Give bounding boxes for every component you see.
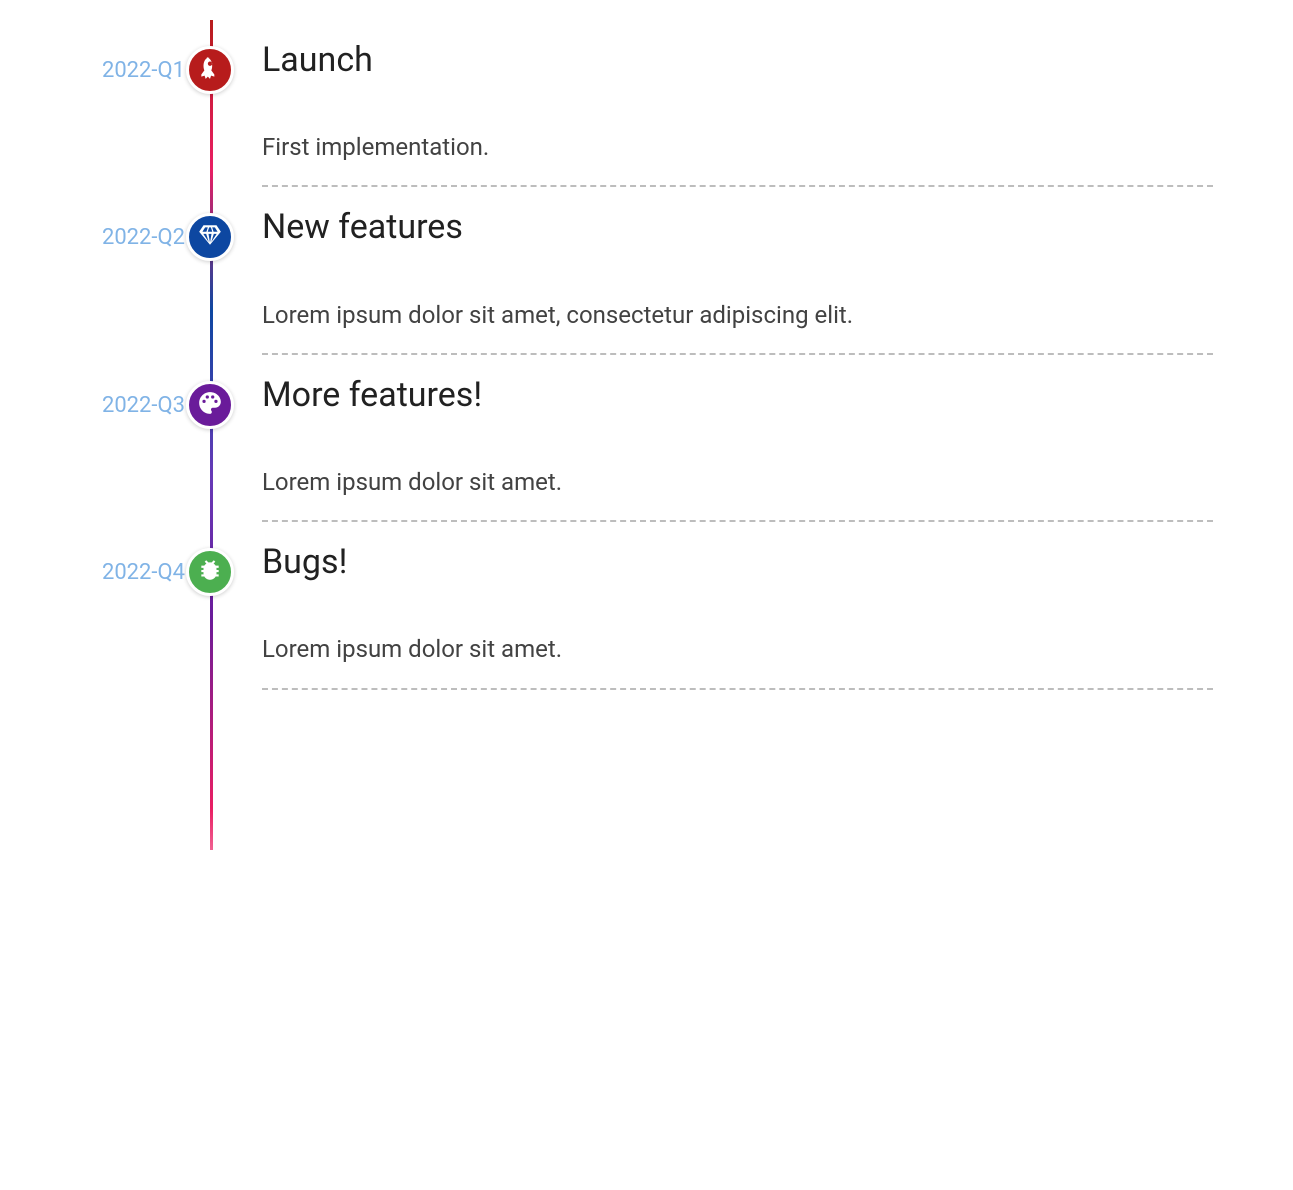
timeline-item: 2022-Q4 Bugs! Lorem ipsum dolor sit amet… [210,522,1213,689]
rocket-icon [197,55,223,85]
timeline-marker [186,381,234,429]
timeline-content: Launch First implementation. [262,20,1213,187]
timeline-description: First implementation. [262,132,1213,163]
timeline-description: Lorem ipsum dolor sit amet, consectetur … [262,300,1213,331]
timeline-title: New features [262,205,1213,249]
bug-icon [197,557,223,587]
timeline-title: More features! [262,373,1213,417]
timeline-description: Lorem ipsum dolor sit amet. [262,634,1213,665]
timeline-date: 2022-Q2 [20,225,185,250]
timeline-marker [186,46,234,94]
timeline-item: 2022-Q1 Launch First implementation. [210,20,1213,187]
timeline-item: 2022-Q3 More features! Lorem ipsum dolor… [210,355,1213,522]
gem-icon [197,222,223,252]
timeline-title: Bugs! [262,540,1213,584]
timeline-content: Bugs! Lorem ipsum dolor sit amet. [262,522,1213,689]
timeline-date: 2022-Q3 [20,393,185,418]
timeline-description: Lorem ipsum dolor sit amet. [262,467,1213,498]
timeline-content: More features! Lorem ipsum dolor sit ame… [262,355,1213,522]
timeline-marker [186,213,234,261]
timeline-date: 2022-Q1 [20,58,185,83]
timeline: 2022-Q1 Launch First implementation. 202… [20,20,1273,850]
timeline-item: 2022-Q2 New features Lorem ipsum dolor s… [210,187,1213,354]
timeline-tail [210,690,1213,850]
timeline-content: New features Lorem ipsum dolor sit amet,… [262,187,1213,354]
timeline-marker [186,548,234,596]
timeline-date: 2022-Q4 [20,560,185,585]
palette-icon [197,390,223,420]
timeline-title: Launch [262,38,1213,82]
